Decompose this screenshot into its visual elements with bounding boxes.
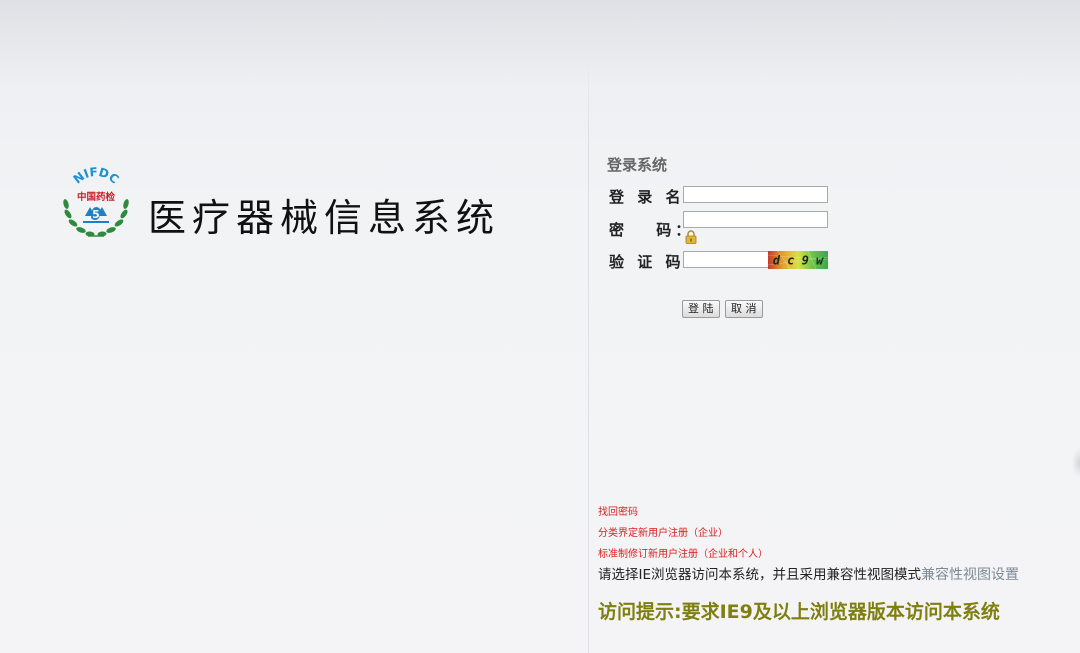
captcha-input[interactable] (683, 251, 769, 268)
cancel-button[interactable]: 取 消 (725, 300, 763, 318)
logo-emblem-mark: 5 (92, 208, 100, 221)
password-label: 密 码： (609, 221, 695, 239)
compat-view-settings-link[interactable]: 兼容性视图设置 (921, 567, 1019, 583)
ie-compat-note: 请选择IE浏览器访问本系统，并且采用兼容性视图模式兼容性视图设置 (598, 563, 1019, 584)
password-input[interactable] (683, 211, 828, 228)
login-heading: 登录系统 (607, 156, 668, 174)
system-title: 医疗器械信息系统 (148, 196, 501, 240)
recover-password-link[interactable]: 找回密码 (598, 503, 638, 518)
lock-icon (685, 230, 697, 244)
captcha-text: d c 9 w (773, 254, 824, 268)
login-button[interactable]: 登 陆 (682, 300, 720, 318)
logo-arc-text: NIFDC (71, 166, 122, 187)
nifdc-logo: NIFDC 中国药检 5 (63, 166, 129, 237)
edge-shadow (1072, 448, 1080, 478)
username-input[interactable] (683, 186, 828, 203)
captcha-image[interactable]: d c 9 w (768, 251, 828, 269)
branding-panel: NIFDC 中国药检 5 医疗器械信息系统 (0, 0, 588, 653)
register-enterprise-link[interactable]: 分类界定新用户注册（企业） (598, 524, 728, 539)
browser-requirement-tip: 访问提示:要求IE9及以上浏览器版本访问本系统 (598, 601, 1000, 623)
ie-note-text: 请选择IE浏览器访问本系统，并且采用兼容性视图模式 (598, 567, 922, 583)
logo-subtext: 中国药检 (77, 191, 116, 203)
panel-divider (588, 55, 589, 653)
register-standard-link[interactable]: 标准制修订新用户注册（企业和个人） (598, 545, 768, 560)
